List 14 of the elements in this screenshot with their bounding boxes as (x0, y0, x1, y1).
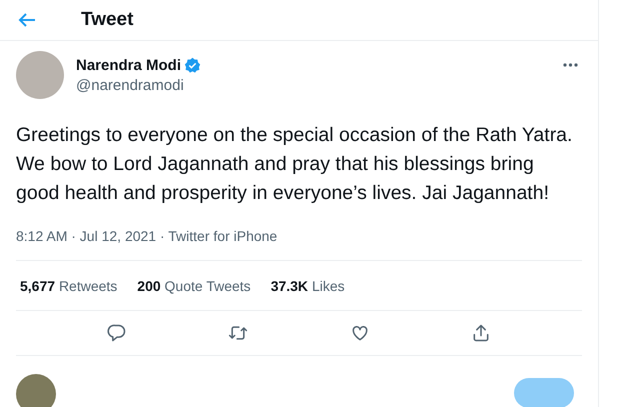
author-name[interactable]: Narendra Modi (76, 56, 182, 74)
share-icon (471, 323, 492, 343)
avatar[interactable] (16, 374, 56, 407)
heart-icon (350, 323, 370, 343)
more-options-icon[interactable] (563, 63, 578, 67)
page-title: Tweet (81, 9, 134, 31)
tweet-text: Greetings to everyone on the special occasion of the Rath Yatra. We bow to Lord Jagannath and pray that his blessings bring good health and prosperity in everyone’s lives. Jai Jagannath! (16, 123, 574, 206)
stat-link[interactable]: 37.3K Likes (270, 278, 345, 294)
stat-link[interactable]: 200 Quote Tweets (137, 278, 251, 294)
tweet-timestamp[interactable]: 8:12 AM · Jul 12, 2021 · Twitter for iPhone (16, 228, 582, 261)
stat-link[interactable]: 5,677 Retweets (20, 278, 118, 294)
back-arrow-icon[interactable] (18, 12, 36, 28)
author-handle[interactable]: @narendramodi (76, 76, 551, 94)
speech-bubble-icon (106, 323, 127, 343)
